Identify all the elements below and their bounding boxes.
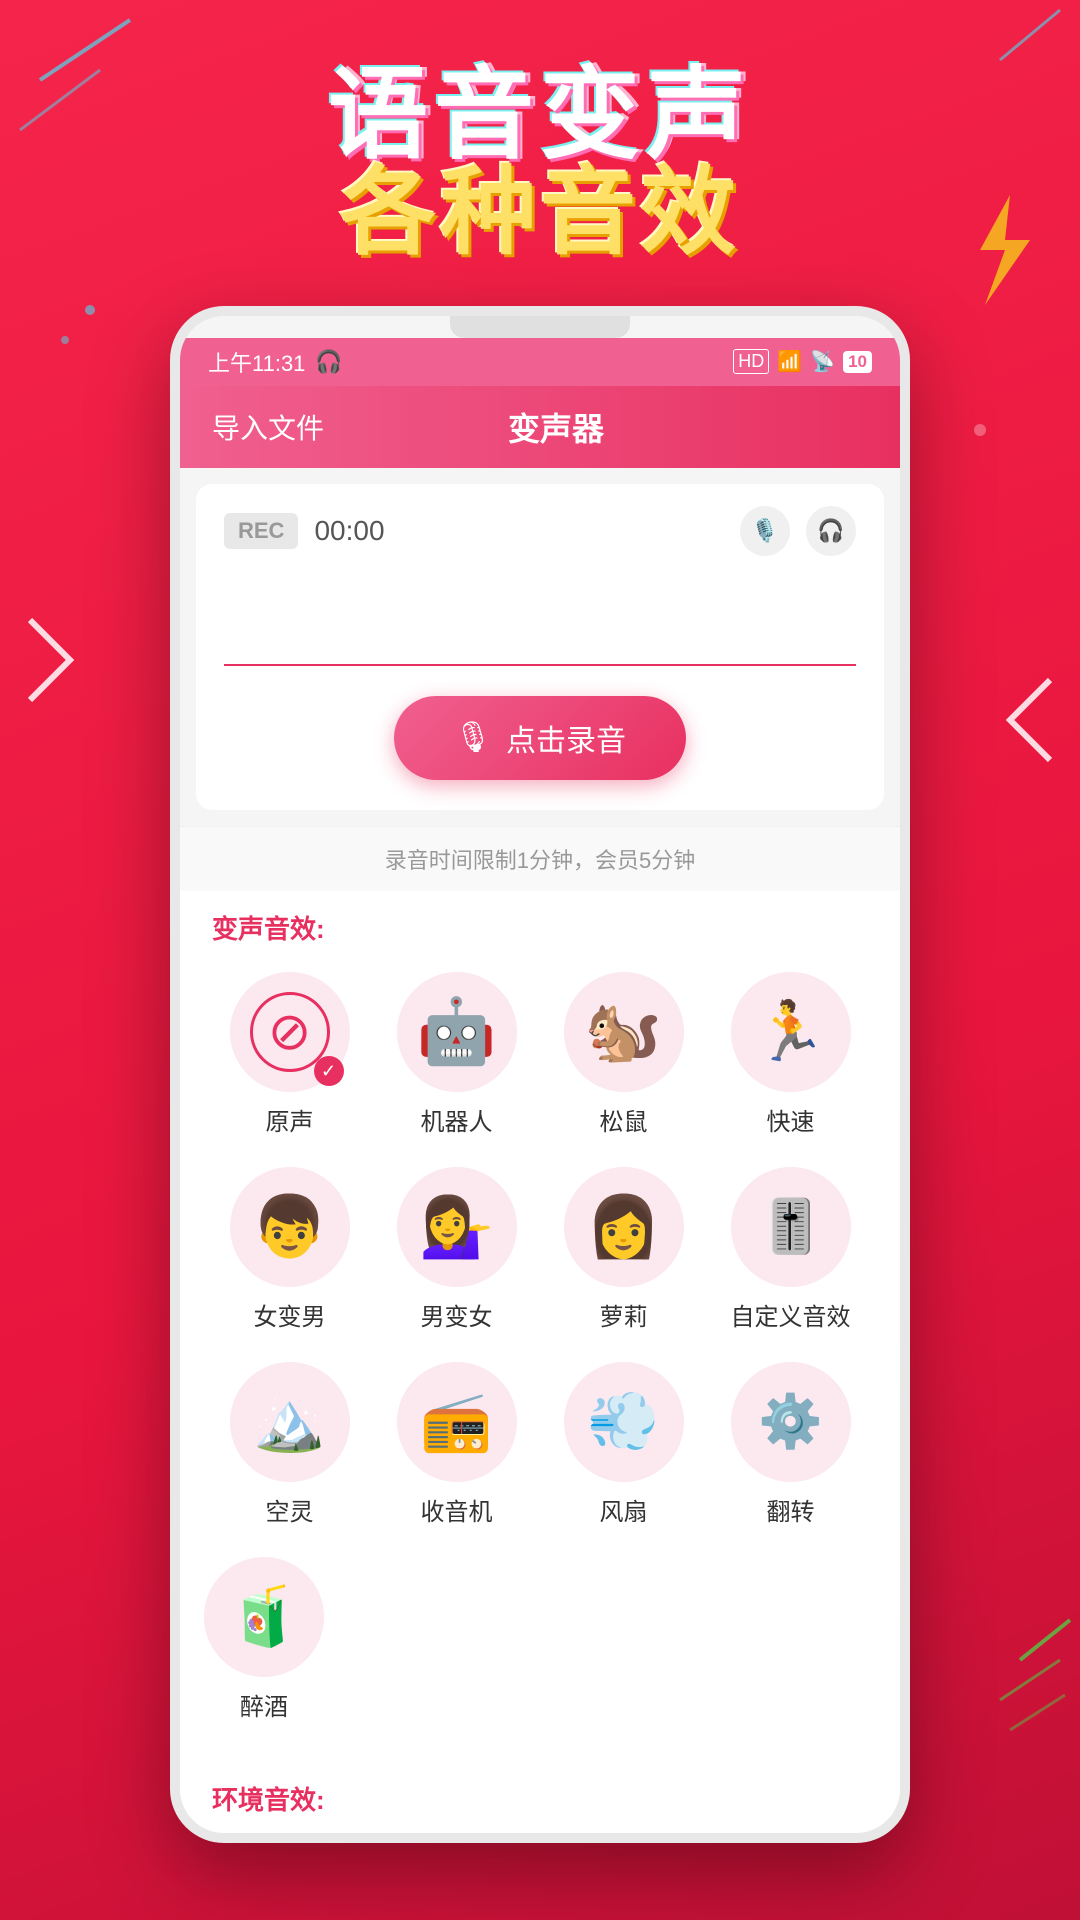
status-time: 上午11:31 [208,346,305,378]
effect-label-radio: 收音机 [421,1492,493,1527]
effect-label-squirrel: 松鼠 [600,1102,648,1137]
rec-badge: REC [224,513,298,549]
effect-circle-robot: 🤖 [397,972,517,1092]
effect-label-fast: 快速 [767,1102,815,1137]
effect-circle-female2male: 👦 [230,1167,350,1287]
recording-section: REC 00:00 🎙️ 🎧 🎙 点击录音 [196,484,884,810]
signal-icon: 📶 [777,349,802,374]
effect-item-squirrel[interactable]: 🐿️ 松鼠 [542,962,705,1147]
effect-item-molly[interactable]: 👩 萝莉 [542,1157,705,1342]
effect-item-drunk[interactable]: 🧃 醉酒 [204,1547,324,1732]
effect-circle-fan: 💨 [564,1362,684,1482]
effect-item-ethereal[interactable]: 🏔️ 空灵 [208,1352,371,1537]
app-title: 变声器 [508,404,604,450]
effect-circle-squirrel: 🐿️ [564,972,684,1092]
effect-circle-fast: 🏃 [731,972,851,1092]
effect-circle-original: ⊘ [230,972,350,1092]
headphone-icon: 🎧 [315,349,342,375]
mic-icon: 🎙️ [740,506,790,556]
hero-section: 语音变声 各种音效 [0,0,1080,266]
effect-label-robot: 机器人 [421,1102,493,1137]
effect-label-reverse: 翻转 [767,1492,815,1527]
effect-label-drunk: 醉酒 [240,1687,288,1722]
phone-frame: 上午11:31 🎧 HD 📶 📡 10 导入文件 变声器 REC 00:00 🎙… [170,306,910,1843]
effects-grid: ⊘ 原声 🤖 机器人 🐿️ 松鼠 🏃 快速 👦 女变男 💁‍ [204,962,876,1537]
effect-label-ethereal: 空灵 [266,1492,314,1527]
status-right: HD 📶 📡 10 [733,349,872,374]
hero-title-2: 各种音效 [0,160,1080,266]
hero-title-1: 语音变声 [0,60,1080,170]
drunk-row: 🧃 醉酒 [204,1537,876,1742]
status-bar: 上午11:31 🎧 HD 📶 📡 10 [180,338,900,386]
effect-circle-radio: 📻 [397,1362,517,1482]
record-btn-wrapper: 🎙 点击录音 [224,696,856,780]
battery-indicator: 10 [843,351,872,373]
effects-label: 变声音效: [204,891,876,962]
effect-label-female2male: 女变男 [254,1297,326,1332]
headphone-icon: 🎧 [806,506,856,556]
effect-circle-drunk: 🧃 [204,1557,324,1677]
wifi-icon: 📡 [810,349,835,374]
effect-item-radio[interactable]: 📻 收音机 [375,1352,538,1537]
status-left: 上午11:31 🎧 [208,346,343,378]
effect-label-custom: 自定义音效 [731,1297,851,1332]
record-btn-label: 点击录音 [506,716,626,760]
effect-circle-molly: 👩 [564,1167,684,1287]
effect-item-male2female[interactable]: 💁‍♀️ 男变女 [375,1157,538,1342]
effect-label-fan: 风扇 [600,1492,648,1527]
effect-label-original: 原声 [266,1102,314,1137]
env-effects-label: 环境音效: [180,1762,900,1833]
phone-mockup: 上午11:31 🎧 HD 📶 📡 10 导入文件 变声器 REC 00:00 🎙… [0,306,1080,1843]
recording-notice: 录音时间限制1分钟，会员5分钟 [180,826,900,891]
rec-bar: REC 00:00 🎙️ 🎧 [224,506,856,556]
effect-item-original[interactable]: ⊘ 原声 [208,962,371,1147]
effect-item-custom[interactable]: 🎚️ 自定义音效 [709,1157,872,1342]
effect-circle-custom: 🎚️ [731,1167,851,1287]
hd-badge: HD [733,349,769,374]
effect-item-fast[interactable]: 🏃 快速 [709,962,872,1147]
effects-section: 变声音效: ⊘ 原声 🤖 机器人 🐿️ 松鼠 🏃 快速 [180,891,900,1762]
effect-item-robot[interactable]: 🤖 机器人 [375,962,538,1147]
waveform-area [224,586,856,666]
effect-label-molly: 萝莉 [600,1297,648,1332]
effect-circle-reverse: ⚙️ [731,1362,851,1482]
app-header: 导入文件 变声器 [180,386,900,468]
phone-notch [450,316,630,338]
effect-label-male2female: 男变女 [421,1297,493,1332]
effect-circle-ethereal: 🏔️ [230,1362,350,1482]
rec-icons: 🎙️ 🎧 [740,506,856,556]
record-button[interactable]: 🎙 点击录音 [394,696,686,780]
import-file-button[interactable]: 导入文件 [212,407,324,447]
effect-item-female2male[interactable]: 👦 女变男 [208,1157,371,1342]
rec-time: 00:00 [314,515,724,547]
mic-icon: 🎙 [454,720,492,755]
effect-item-fan[interactable]: 💨 风扇 [542,1352,705,1537]
effect-circle-male2female: 💁‍♀️ [397,1167,517,1287]
effect-item-reverse[interactable]: ⚙️ 翻转 [709,1352,872,1537]
